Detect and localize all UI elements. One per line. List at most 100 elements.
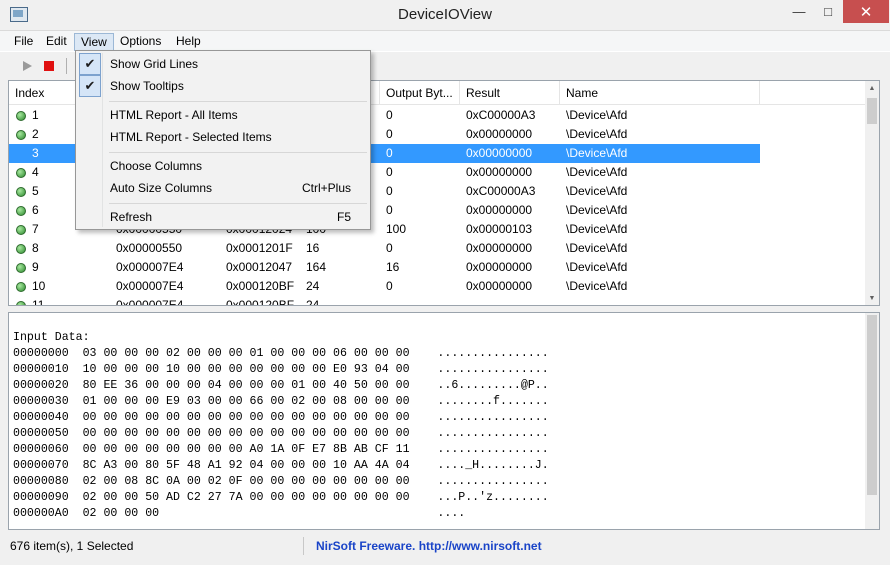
menu-label: HTML Report - All Items — [110, 108, 238, 122]
cell-c2: 0x000007E4 — [116, 279, 184, 293]
cell-output: 16 — [386, 260, 400, 274]
menu-label: Show Grid Lines — [110, 57, 199, 71]
list-scrollbar[interactable]: ▲ ▼ — [865, 81, 879, 305]
hex-dump: Input Data: 00000000 03 00 00 00 02 00 0… — [13, 330, 549, 522]
scroll-down-icon[interactable]: ▼ — [865, 291, 879, 305]
cell-c2: 0x000007E4 — [116, 298, 184, 306]
cell-index: 10 — [32, 279, 46, 293]
cell-result: 0x00000000 — [466, 127, 533, 141]
menu-separator — [109, 152, 367, 153]
menu-choose-columns[interactable]: Choose Columns — [79, 155, 367, 177]
cell-name: \Device\Afd — [566, 260, 628, 274]
menu-edit[interactable]: Edit — [40, 33, 73, 51]
dump-line: 00000090 02 00 00 50 AD C2 27 7A 00 00 0… — [13, 491, 549, 504]
menu-shortcut: F5 — [336, 210, 351, 224]
cell-result: 0xC00000A3 — [466, 184, 536, 198]
cell-output: 0 — [386, 279, 393, 293]
col-header-output-bytes[interactable]: Output Byt... — [380, 81, 460, 105]
cell-output: 0 — [386, 165, 393, 179]
start-button[interactable] — [17, 56, 37, 76]
dump-header: Input Data: — [13, 331, 90, 344]
cell-c2: 0x000007E4 — [116, 260, 184, 274]
col-header-result[interactable]: Result — [460, 81, 560, 105]
cell-name: \Device\Afd — [566, 108, 628, 122]
cell-output: 0 — [380, 144, 460, 163]
cell-name: \Device\Afd — [566, 279, 628, 293]
minimize-button[interactable]: — — [784, 0, 814, 23]
menu-show-grid-lines[interactable]: ✔ Show Grid Lines — [79, 53, 367, 75]
status-bar: 676 item(s), 1 Selected NirSoft Freeware… — [0, 535, 890, 556]
cell-c4: 24 — [306, 279, 320, 293]
cell-result: 0x00000000 — [466, 279, 533, 293]
cell-c2: 0x00000550 — [116, 241, 183, 255]
menu-separator — [109, 101, 367, 102]
menu-refresh[interactable]: Refresh F5 — [79, 206, 367, 228]
cell-c4: 24 — [306, 298, 320, 306]
toolbar-separator — [66, 58, 67, 74]
cell-name: \Device\Afd — [560, 144, 760, 163]
cell-c3: 0x000120BF — [226, 298, 295, 306]
cell-name: \Device\Afd — [566, 203, 628, 217]
dump-scroll-thumb[interactable] — [867, 315, 877, 495]
menu-label: Auto Size Columns — [110, 181, 213, 195]
cell-output: 0 — [386, 203, 393, 217]
cell-c3: 0x0001201F — [226, 241, 293, 255]
menu-options[interactable]: Options — [114, 33, 167, 51]
cell-output: 0 — [386, 108, 393, 122]
status-count: 676 item(s), 1 Selected — [4, 537, 304, 555]
dump-line: 00000080 02 00 08 8C 0A 00 02 0F 00 00 0… — [13, 475, 549, 488]
menu-view[interactable]: View — [74, 33, 114, 51]
check-icon: ✔ — [79, 53, 101, 75]
check-icon: ✔ — [79, 75, 101, 97]
dump-line: 00000060 00 00 00 00 00 00 00 00 A0 1A 0… — [13, 443, 549, 456]
cell-index: 8 — [32, 241, 39, 255]
cell-output: 0 — [386, 184, 393, 198]
cell-name — [560, 296, 760, 305]
menu-show-tooltips[interactable]: ✔ Show Tooltips — [79, 75, 367, 97]
dump-line: 00000000 03 00 00 00 02 00 00 00 01 00 0… — [13, 347, 549, 360]
col-header-name[interactable]: Name — [560, 81, 760, 105]
cell-output: 100 — [386, 222, 407, 236]
dump-lines: 00000000 03 00 00 00 02 00 00 00 01 00 0… — [13, 347, 549, 520]
menu-auto-size-columns[interactable]: Auto Size Columns Ctrl+Plus — [79, 177, 367, 199]
view-menu-dropdown: ✔ Show Grid Lines ✔ Show Tooltips HTML R… — [75, 50, 371, 230]
dump-line: 00000040 00 00 00 00 00 00 00 00 00 00 0… — [13, 411, 549, 424]
menu-label: HTML Report - Selected Items — [110, 130, 272, 144]
cell-result: 0x00000000 — [466, 165, 533, 179]
cell-c4: 164 — [306, 260, 327, 274]
close-button[interactable]: ✕ — [843, 0, 889, 23]
table-row[interactable]: 11 0x000007E4 0x000120BF 24 — [9, 296, 867, 306]
play-icon — [23, 61, 32, 71]
table-row[interactable]: 8 0x00000550 0x0001201F 16 0 0x00000000 \Devic… — [9, 239, 867, 258]
scroll-up-icon[interactable]: ▲ — [865, 81, 879, 95]
stop-button[interactable] — [39, 56, 59, 76]
cell-name: \Device\Afd — [566, 222, 628, 236]
cell-name: \Device\Afd — [566, 241, 628, 255]
cell-result — [460, 296, 560, 305]
cell-index: 11 — [32, 298, 45, 306]
dump-line: 00000050 00 00 00 00 00 00 00 00 00 00 0… — [13, 427, 549, 440]
cell-result: 0x00000103 — [466, 222, 533, 236]
dump-line: 00000020 80 EE 36 00 00 00 04 00 00 00 0… — [13, 379, 549, 392]
window-title: DeviceIOView — [398, 6, 492, 23]
menu-help[interactable]: Help — [170, 33, 207, 51]
dump-line: 00000010 10 00 00 00 10 00 00 00 00 00 0… — [13, 363, 549, 376]
scroll-thumb[interactable] — [867, 98, 877, 124]
table-row[interactable]: 9 0x000007E4 0x00012047 164 16 0x00000000 \Dev… — [9, 258, 867, 277]
title-bar: DeviceIOView — □ ✕ — [0, 0, 890, 31]
data-dump-pane[interactable]: Input Data: 00000000 03 00 00 00 02 00 0… — [8, 312, 880, 530]
nirsoft-link[interactable]: NirSoft Freeware. http://www.nirsoft.net — [316, 537, 542, 555]
menu-label: Show Tooltips — [110, 79, 184, 93]
menu-file[interactable]: File — [8, 33, 39, 51]
cell-index: 9 — [32, 260, 39, 274]
dump-line: 000000A0 02 00 00 00 .... — [13, 507, 466, 520]
dump-line: 00000030 01 00 00 00 E9 03 00 00 66 00 0… — [13, 395, 549, 408]
table-row[interactable]: 10 0x000007E4 0x000120BF 24 0 0x00000000 \Devi… — [9, 277, 867, 296]
menu-html-report-selected[interactable]: HTML Report - Selected Items — [79, 126, 367, 148]
menu-html-report-all[interactable]: HTML Report - All Items — [79, 104, 367, 126]
maximize-button[interactable]: □ — [814, 0, 842, 23]
cell-c4: 16 — [306, 241, 320, 255]
cell-output — [380, 296, 460, 305]
cell-name: \Device\Afd — [566, 165, 628, 179]
dump-scrollbar[interactable] — [865, 313, 879, 529]
